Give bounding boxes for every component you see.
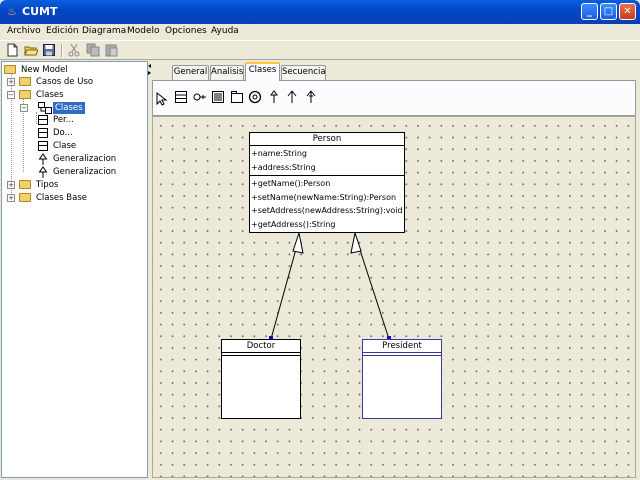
uml-class-person[interactable]: Person +name:String +address:String +get… (249, 132, 405, 233)
tree-item-clase[interactable]: Clase (2, 140, 142, 152)
java-app-icon: ♨ (7, 5, 17, 18)
class-icon (38, 115, 48, 125)
tool-palette (152, 80, 636, 116)
menu-archivo[interactable]: Archivo (7, 26, 41, 36)
generalization-icon (38, 166, 48, 178)
tree-item-tipos[interactable]: + Tipos (2, 179, 142, 191)
generalization-arrowhead (350, 231, 362, 254)
dependency-tool-icon[interactable] (304, 90, 318, 104)
menu-edicion[interactable]: Edición (46, 26, 79, 36)
tab-clases[interactable]: Clases (245, 62, 280, 81)
attribute: +address:String (251, 162, 316, 172)
menu-diagrama[interactable]: Diagrama (82, 26, 126, 36)
class-diagram-icon (38, 102, 52, 114)
close-button[interactable]: ✕ (619, 3, 636, 20)
generalization-tool-icon[interactable] (267, 90, 281, 104)
open-folder-icon[interactable] (24, 43, 38, 57)
class-name: President (363, 340, 441, 353)
window-title: CUMT (22, 5, 58, 18)
uml-class-president[interactable]: President (362, 339, 442, 419)
attributes-compartment: +name:String +address:String (250, 146, 404, 176)
tree-item-root[interactable]: New Model (4, 64, 144, 76)
folder-open-icon (4, 65, 16, 74)
generalization-icon (38, 153, 48, 165)
interface-tool-icon[interactable] (193, 90, 207, 104)
operation: +getName():Person (251, 179, 331, 188)
diagram-canvas[interactable]: Person +name:String +address:String +get… (152, 116, 636, 478)
diagram-tabs: General Analisis Clases Secuencia (152, 61, 640, 81)
model-tree: New Model + Casos de Uso − Clases − Clas… (1, 61, 148, 478)
class-name: Doctor (222, 340, 300, 353)
tab-analisis[interactable]: Analisis (210, 65, 244, 80)
maximize-button[interactable]: □ (600, 3, 617, 20)
association-tool-icon[interactable] (285, 90, 299, 104)
save-icon[interactable] (42, 43, 56, 57)
toolbar-separator (61, 44, 63, 57)
cut-icon[interactable] (67, 43, 81, 57)
folder-icon (19, 180, 31, 189)
attribute-list-tool-icon[interactable] (211, 90, 225, 104)
attributes-compartment (222, 353, 300, 356)
tree-item-generalizacion[interactable]: Generalizacion (2, 166, 142, 178)
generalization-arrowhead (292, 231, 304, 254)
expand-plus-icon[interactable]: + (7, 181, 15, 189)
menu-ayuda[interactable]: Ayuda (211, 26, 239, 36)
attributes-compartment (363, 353, 441, 356)
generalization-line-president[interactable] (359, 249, 390, 340)
uml-class-doctor[interactable]: Doctor (221, 339, 301, 419)
tree-item-generalizacion[interactable]: Generalizacion (2, 153, 142, 165)
collapse-minus-icon[interactable]: − (7, 91, 15, 99)
tree-item-doctor[interactable]: Do... (2, 127, 142, 139)
class-name: Person (250, 133, 404, 146)
operation: +setAddress(newAddress:String):void (251, 206, 403, 215)
tree-item-person[interactable]: Per... (2, 114, 142, 126)
folder-open-icon (19, 90, 31, 99)
at-note-tool-icon[interactable] (248, 90, 262, 104)
package-tool-icon[interactable] (230, 90, 244, 104)
expand-plus-icon[interactable]: + (7, 78, 15, 86)
minimize-button[interactable]: _ (581, 3, 598, 20)
copy-icon[interactable] (86, 43, 100, 57)
tree-item-casos-de-uso[interactable]: + Casos de Uso (2, 76, 142, 88)
operation: +setName(newName:String):Person (251, 192, 397, 202)
operations-compartment: +getName():Person +setName(newName:Strin… (250, 176, 404, 232)
folder-icon (19, 77, 31, 86)
class-tool-icon[interactable] (174, 90, 188, 104)
tree-item-clases-folder[interactable]: − Clases (2, 89, 142, 101)
tree-item-clases-diagram[interactable]: − Clases (2, 102, 142, 114)
menu-modelo[interactable]: Modelo (127, 26, 160, 36)
tab-secuencia[interactable]: Secuencia (281, 65, 326, 80)
collapse-minus-icon[interactable]: − (20, 104, 28, 112)
tab-general[interactable]: General (172, 65, 209, 80)
generalization-line-doctor[interactable] (270, 248, 297, 340)
paste-icon[interactable] (104, 43, 118, 57)
menu-opciones[interactable]: Opciones (165, 26, 207, 36)
operation: +getAddress():String (251, 219, 336, 229)
class-icon (38, 141, 48, 151)
folder-icon (19, 193, 31, 202)
class-icon (38, 128, 48, 138)
expand-plus-icon[interactable]: + (7, 194, 15, 202)
new-file-icon[interactable] (5, 43, 19, 57)
tree-item-clases-base[interactable]: + Clases Base (2, 192, 142, 204)
attribute: +name:String (251, 149, 307, 158)
select-pointer-icon[interactable] (155, 92, 169, 106)
menu-bar: Archivo Edición Diagrama Modelo Opciones… (0, 24, 640, 40)
toolbar (0, 40, 640, 60)
title-bar: ♨ CUMT _ □ ✕ (0, 0, 640, 24)
